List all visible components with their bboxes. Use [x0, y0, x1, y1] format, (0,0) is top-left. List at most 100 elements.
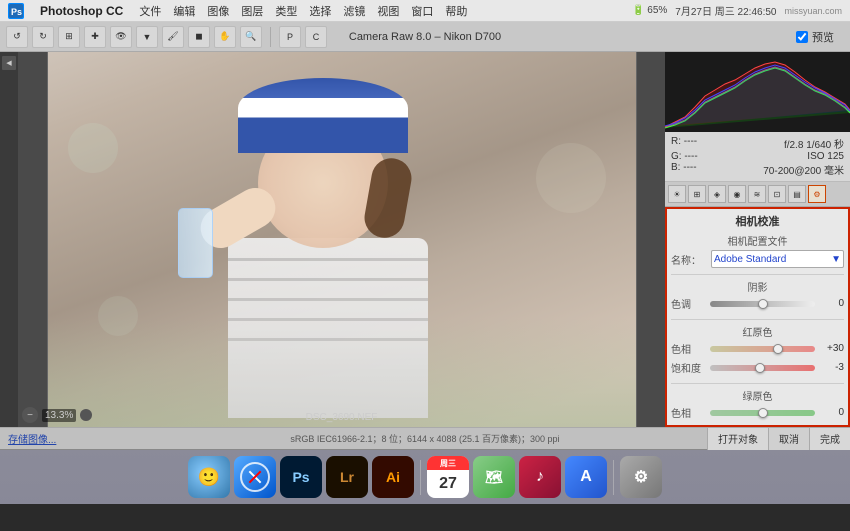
shadow-row: 色调 0 — [671, 296, 844, 311]
tool-hand[interactable]: ✋ — [214, 26, 236, 48]
menu-view[interactable]: 视图 — [377, 3, 399, 19]
dock-safari[interactable] — [234, 456, 276, 498]
panel-tab-7[interactable]: ▤ — [788, 185, 806, 203]
rgb-r: R: ---- — [671, 136, 697, 151]
dock-calendar[interactable]: 周三 27 — [427, 456, 469, 498]
panel-tab-2[interactable]: ⊞ — [688, 185, 706, 203]
toolbar-wrapper: ↺ ↻ ⊞ ✚ 👁 ▼ 🖌 ◼ ✋ 🔍 P C Camera Raw 8.0 –… — [0, 22, 850, 52]
green-hue-label: 色相 — [671, 405, 706, 420]
red-sat-label: 饱和度 — [671, 360, 706, 375]
dock-illustrator[interactable]: Ai — [372, 456, 414, 498]
camera-info-row3: B: ---- 70-200@200 毫米 — [671, 162, 844, 177]
panel-tab-6[interactable]: ⊡ — [768, 185, 786, 203]
aperture-shutter: f/2.8 1/640 秒 — [784, 136, 844, 151]
tool-color[interactable]: C — [305, 26, 327, 48]
left-panel-btn-1[interactable]: ◀ — [2, 56, 16, 70]
tool-red-eye[interactable]: 👁 — [110, 26, 132, 48]
tool-rotate-right[interactable]: ↻ — [32, 26, 54, 48]
shadow-slider-track[interactable] — [710, 301, 815, 307]
menu-layer[interactable]: 图层 — [241, 3, 263, 19]
cancel-btn[interactable]: 取消 — [768, 428, 809, 450]
tool-heal[interactable]: ✚ — [84, 26, 106, 48]
zoom-level: 13.3% — [42, 409, 76, 422]
watermark: missyuan.com — [784, 6, 842, 16]
menu-items: 文件 编辑 图像 图层 类型 选择 滤镜 视图 窗口 帮助 — [139, 3, 467, 19]
open-object-btn[interactable]: 打开对象 — [707, 428, 768, 450]
dock-separator-2 — [613, 460, 614, 495]
red-sat-track[interactable] — [710, 365, 815, 371]
dock-system-prefs[interactable]: ⚙ — [620, 456, 662, 498]
green-hue-thumb[interactable] — [758, 408, 768, 418]
dock: 🙂 Ps Lr Ai 周三 27 🗺 ♪ A ⚙ — [0, 449, 850, 504]
preview-label: 预览 — [812, 29, 834, 45]
panel-tab-4[interactable]: ◉ — [728, 185, 746, 203]
menu-filter[interactable]: 滤镜 — [343, 3, 365, 19]
action-buttons: 打开对象 取消 完成 — [707, 428, 850, 450]
tool-gradient[interactable]: ◼ — [188, 26, 210, 48]
menu-file[interactable]: 文件 — [139, 3, 161, 19]
divider-3 — [671, 383, 844, 384]
status-bar: 存储图像... sRGB IEC61966-2.1；8 位；6144 x 408… — [0, 427, 850, 449]
menu-type[interactable]: 类型 — [275, 3, 297, 19]
config-section-label: 相机配置文件 — [671, 233, 844, 248]
menu-select[interactable]: 选择 — [309, 3, 331, 19]
menu-window[interactable]: 窗口 — [411, 3, 433, 19]
dock-lightroom[interactable]: Lr — [326, 456, 368, 498]
done-btn[interactable]: 完成 — [809, 428, 850, 450]
rgb-b: B: ---- — [671, 162, 697, 177]
panel-tab-1[interactable]: ☀ — [668, 185, 686, 203]
dock-music[interactable]: ♪ — [519, 456, 561, 498]
dock-separator — [420, 460, 421, 495]
name-label: 名称： — [671, 252, 711, 267]
save-image-btn[interactable]: 存储图像... — [8, 431, 56, 446]
histogram-chart — [665, 52, 850, 132]
divider-2 — [671, 319, 844, 320]
panel-tab-5[interactable]: ≋ — [748, 185, 766, 203]
tool-brush[interactable]: 🖌 — [162, 26, 184, 48]
histogram — [665, 52, 850, 132]
panel-tab-calibrate[interactable]: ⚙ — [808, 185, 826, 203]
menu-help[interactable]: 帮助 — [445, 3, 467, 19]
camera-info: R: ---- f/2.8 1/640 秒 G: ---- ISO 125 B:… — [665, 132, 850, 182]
red-sat-thumb[interactable] — [755, 363, 765, 373]
main-area: ◀ — [0, 52, 850, 427]
tool-crop[interactable]: ⊞ — [58, 26, 80, 48]
profile-row: 名称： Adobe Standard ▼ — [671, 250, 844, 268]
dock-maps[interactable]: 🗺 — [473, 456, 515, 498]
zoom-out-btn[interactable]: − — [22, 407, 38, 423]
toolbar: ↺ ↻ ⊞ ✚ 👁 ▼ 🖌 ◼ ✋ 🔍 P C Camera Raw 8.0 –… — [0, 22, 850, 52]
system-info: 🔋 65% 7月27日 周三 22:46:50 missyuan.com — [632, 3, 842, 18]
profile-select[interactable]: Adobe Standard ▼ — [711, 250, 844, 268]
iso-info: ISO 125 — [807, 151, 844, 162]
green-hue-value: 0 — [819, 407, 844, 418]
shadow-group: 阴影 色调 0 — [671, 279, 844, 311]
shadow-slider-thumb[interactable] — [758, 299, 768, 309]
preview-area: 预览 — [796, 29, 834, 45]
tool-zoom[interactable]: 🔍 — [240, 26, 262, 48]
tool-preset[interactable]: P — [279, 26, 301, 48]
dock-finder[interactable]: 🙂 — [188, 456, 230, 498]
red-hue-track[interactable] — [710, 346, 815, 352]
green-hue-track[interactable] — [710, 410, 815, 416]
red-sat-row: 饱和度 -3 — [671, 360, 844, 375]
right-panel: R: ---- f/2.8 1/640 秒 G: ---- ISO 125 B:… — [665, 52, 850, 427]
menu-image[interactable]: 图像 — [207, 3, 229, 19]
fit-btn[interactable] — [80, 409, 92, 421]
svg-text:Ps: Ps — [11, 7, 22, 17]
calibration-panel: 相机校准 相机配置文件 名称： Adobe Standard ▼ 阴影 色调 — [665, 207, 850, 427]
preview-checkbox[interactable] — [796, 31, 808, 43]
filename: DSC_3690.NEF — [306, 412, 378, 423]
red-hue-thumb[interactable] — [773, 344, 783, 354]
tool-rotate-left[interactable]: ↺ — [6, 26, 28, 48]
panel-tab-3[interactable]: ◈ — [708, 185, 726, 203]
tool-adjust[interactable]: ▼ — [136, 26, 158, 48]
calibration-title: 相机校准 — [671, 213, 844, 229]
photo-content — [48, 52, 636, 427]
dock-photoshop[interactable]: Ps — [280, 456, 322, 498]
menu-edit[interactable]: 编辑 — [173, 3, 195, 19]
dock-appstore[interactable]: A — [565, 456, 607, 498]
app-name: Photoshop CC — [40, 4, 123, 18]
battery-status: 🔋 65% — [632, 5, 667, 16]
red-sat-value: -3 — [819, 362, 844, 373]
window-title: Camera Raw 8.0 – Nikon D700 — [349, 31, 501, 43]
